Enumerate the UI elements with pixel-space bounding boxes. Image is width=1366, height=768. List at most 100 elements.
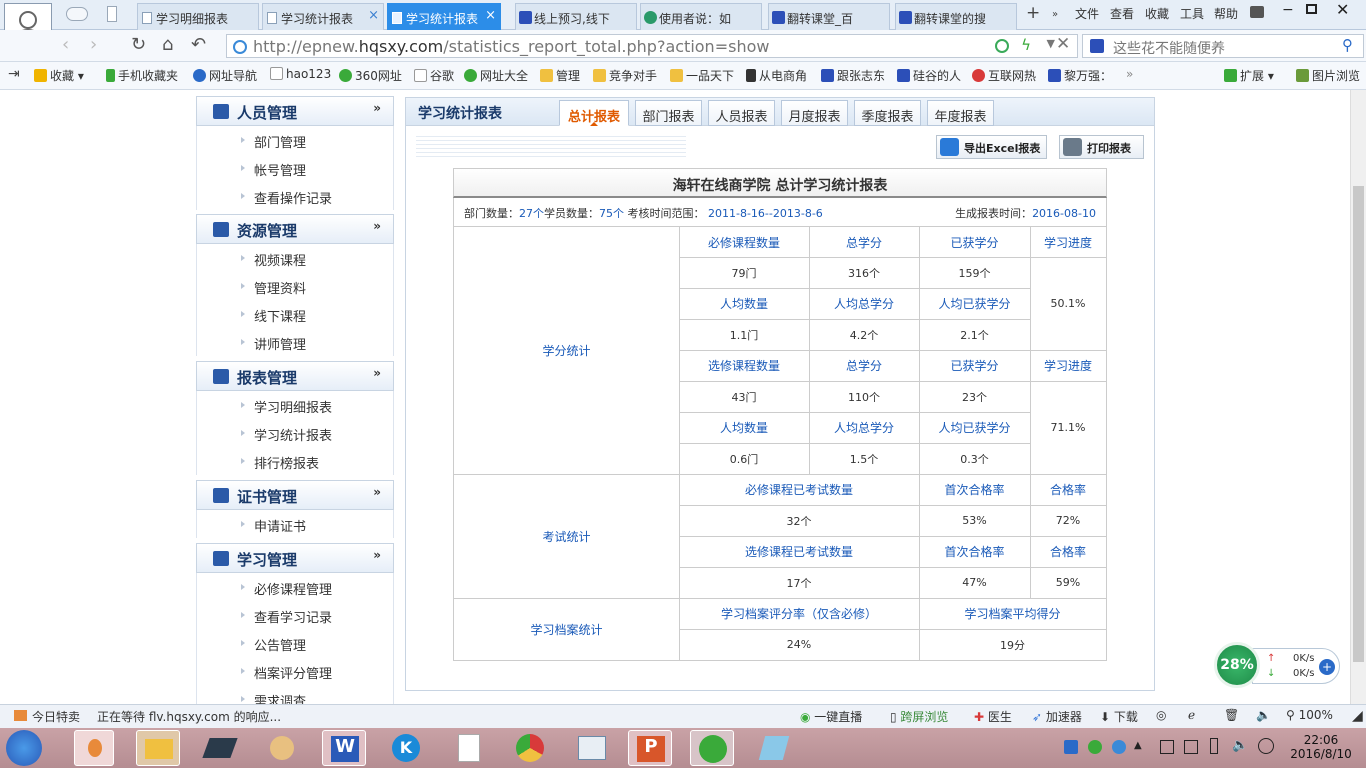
search-icon[interactable]: ⚲	[1342, 36, 1353, 54]
sidebar-item-dept[interactable]: 部门管理	[196, 126, 394, 154]
bookmark-6[interactable]: 网址大全	[464, 67, 528, 84]
cross-screen-button[interactable]: ▯ 跨屏浏览	[890, 708, 948, 725]
tray-icon[interactable]	[1112, 740, 1126, 754]
lightning-icon[interactable]: ϟ	[1021, 36, 1031, 54]
chevron-down-icon[interactable]: ▼	[1047, 37, 1055, 50]
sidebar-section-learning[interactable]: 学习管理»	[196, 543, 394, 573]
taskbar-powerpoint[interactable]: P	[628, 730, 672, 766]
close-icon[interactable]: ×	[368, 8, 379, 23]
back-icon[interactable]: ‹	[62, 34, 69, 55]
plus-icon[interactable]: +	[1319, 659, 1335, 675]
menu-tools[interactable]: 工具	[1180, 5, 1204, 22]
bookmark-11[interactable]: 跟张志东	[821, 67, 885, 84]
taskbar-app-9[interactable]	[570, 730, 614, 766]
bookmark-2[interactable]: 网址导航	[193, 67, 257, 84]
tray-expand-icon[interactable]: ▲	[1134, 740, 1142, 751]
sidebar-item-learn-record[interactable]: 查看学习记录	[196, 601, 394, 629]
download-button[interactable]: ⬇ 下载	[1100, 708, 1138, 725]
network-icon[interactable]	[1184, 740, 1198, 754]
tab-4[interactable]: 使用者说：如	[640, 3, 762, 30]
taskbar-explorer[interactable]	[136, 730, 180, 766]
home-icon[interactable]: ⌂	[162, 34, 173, 55]
bookmark-7[interactable]: 管理	[540, 67, 580, 84]
taskbar-document[interactable]	[446, 730, 490, 766]
print-button[interactable]: 打印报表	[1059, 135, 1144, 159]
delete-icon[interactable]: 🗑	[1224, 708, 1239, 722]
doctor-button[interactable]: ✚ 医生	[974, 708, 1012, 725]
tab-6[interactable]: 翻转课堂的搜	[895, 3, 1017, 30]
network-speed-widget[interactable]: ↑ 0K/s ↓ 0K/s + 28%	[1214, 642, 1340, 688]
menu-view[interactable]: 查看	[1110, 5, 1134, 22]
sidebar-item-stat-report[interactable]: 学习统计报表	[196, 419, 394, 447]
sidebar-section-people[interactable]: 人员管理»	[196, 96, 394, 126]
tab-month-report[interactable]: 月度报表	[781, 100, 848, 126]
volume-icon[interactable]: 🔈	[1232, 738, 1248, 753]
taskbar-chrome[interactable]	[508, 730, 552, 766]
minimize-button[interactable]: −	[1282, 2, 1294, 18]
ie-icon[interactable]: ℯ	[1188, 708, 1195, 722]
stop-icon[interactable]: ✕	[1056, 34, 1070, 54]
start-button[interactable]	[6, 730, 42, 766]
taskbar-paint[interactable]	[260, 730, 304, 766]
sidebar-section-report[interactable]: 报表管理»	[196, 361, 394, 391]
tab-person-report[interactable]: 人员报表	[708, 100, 775, 126]
cloud-icon[interactable]	[66, 7, 88, 21]
sidebar-item-account[interactable]: 帐号管理	[196, 154, 394, 182]
notification-icon[interactable]	[1258, 738, 1274, 754]
sidebar-toggle-icon[interactable]: ⇥	[8, 66, 20, 82]
zoom-level[interactable]: ⚲ 100%	[1286, 708, 1333, 722]
tab-total-report[interactable]: 总计报表	[559, 100, 629, 126]
clock[interactable]: 22:06 2016/8/10	[1286, 733, 1356, 761]
sidebar-item-detail-report[interactable]: 学习明细报表	[196, 391, 394, 419]
flag-icon[interactable]	[1160, 740, 1174, 754]
bookmark-0[interactable]: 收藏 ▾	[34, 67, 84, 84]
menu-favorites[interactable]: 收藏	[1145, 5, 1169, 22]
tab-dept-report[interactable]: 部门报表	[635, 100, 702, 126]
resize-grip-icon[interactable]: ◢	[1352, 708, 1363, 724]
new-tab-button[interactable]: +	[1026, 3, 1040, 23]
sidebar-item-rank-report[interactable]: 排行榜报表	[196, 447, 394, 475]
taskbar-app-12[interactable]	[752, 730, 796, 766]
scrollbar-thumb[interactable]	[1353, 186, 1364, 662]
sidebar-item-survey[interactable]: 需求调查	[196, 685, 394, 704]
sidebar-section-cert[interactable]: 证书管理»	[196, 480, 394, 510]
tray-icon[interactable]	[1064, 740, 1078, 754]
bookmark-10[interactable]: 从电商角	[746, 67, 807, 84]
tab-1[interactable]: 学习统计报表 ×	[262, 3, 384, 30]
tray-icon[interactable]	[1088, 740, 1102, 754]
tab-quarter-report[interactable]: 季度报表	[854, 100, 921, 126]
refresh-icon[interactable]: ↻	[131, 34, 146, 55]
bookmark-13[interactable]: 互联网热	[972, 67, 1036, 84]
tab-0[interactable]: 学习明细报表	[137, 3, 259, 30]
battery-icon[interactable]	[1210, 738, 1218, 754]
search-input[interactable]: 这些花不能随便养 ⚲	[1082, 34, 1364, 58]
bookmark-8[interactable]: 竞争对手	[593, 67, 657, 84]
taskbar-word[interactable]: W	[322, 730, 366, 766]
sidebar-item-archive-score[interactable]: 档案评分管理	[196, 657, 394, 685]
bookmark-14[interactable]: 黎万强：	[1048, 67, 1112, 84]
bookmark-9[interactable]: 一品天下	[670, 67, 734, 84]
extensions-menu[interactable]: 扩展 ▾	[1224, 67, 1274, 84]
sidebar-item-notice[interactable]: 公告管理	[196, 629, 394, 657]
bookmark-1[interactable]: 手机收藏夹	[106, 67, 178, 84]
taskbar-k-app[interactable]: K	[384, 730, 428, 766]
volume-icon[interactable]: 🔈	[1256, 708, 1271, 722]
sidebar-item-video[interactable]: 视频课程	[196, 244, 394, 272]
forward-icon[interactable]: ›	[90, 34, 97, 55]
accelerator-button[interactable]: ➶ 加速器	[1032, 708, 1082, 725]
shirt-icon[interactable]	[1250, 6, 1264, 18]
menu-file[interactable]: 文件	[1075, 5, 1099, 22]
taskbar-app-tips[interactable]	[74, 730, 114, 766]
sidebar-item-offline[interactable]: 线下课程	[196, 300, 394, 328]
restore-button[interactable]	[1306, 4, 1317, 14]
glasses-icon[interactable]: ◎	[1156, 708, 1166, 722]
tab-5[interactable]: 翻转课堂_百	[768, 3, 890, 30]
close-icon[interactable]: ×	[485, 8, 496, 23]
bookmark-3[interactable]: hao123	[270, 67, 331, 81]
shield-icon[interactable]	[995, 39, 1009, 53]
page-icon[interactable]	[107, 6, 117, 22]
tab-3[interactable]: 线上预习,线下	[515, 3, 637, 30]
sidebar-item-lecturer[interactable]: 讲师管理	[196, 328, 394, 356]
bookmark-5[interactable]: 谷歌	[414, 67, 454, 84]
image-browse-button[interactable]: 图片浏览	[1296, 67, 1360, 84]
